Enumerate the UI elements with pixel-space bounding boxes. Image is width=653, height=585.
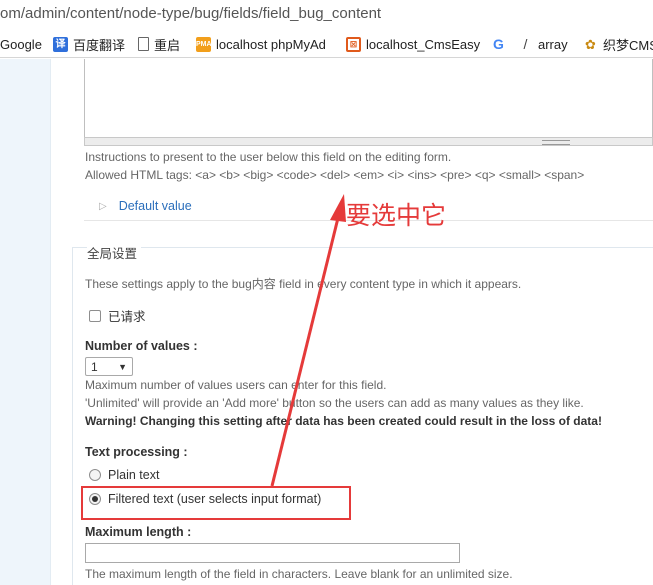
annotation-text: 要选中它 <box>346 201 447 230</box>
annotation-arrow <box>270 194 346 487</box>
